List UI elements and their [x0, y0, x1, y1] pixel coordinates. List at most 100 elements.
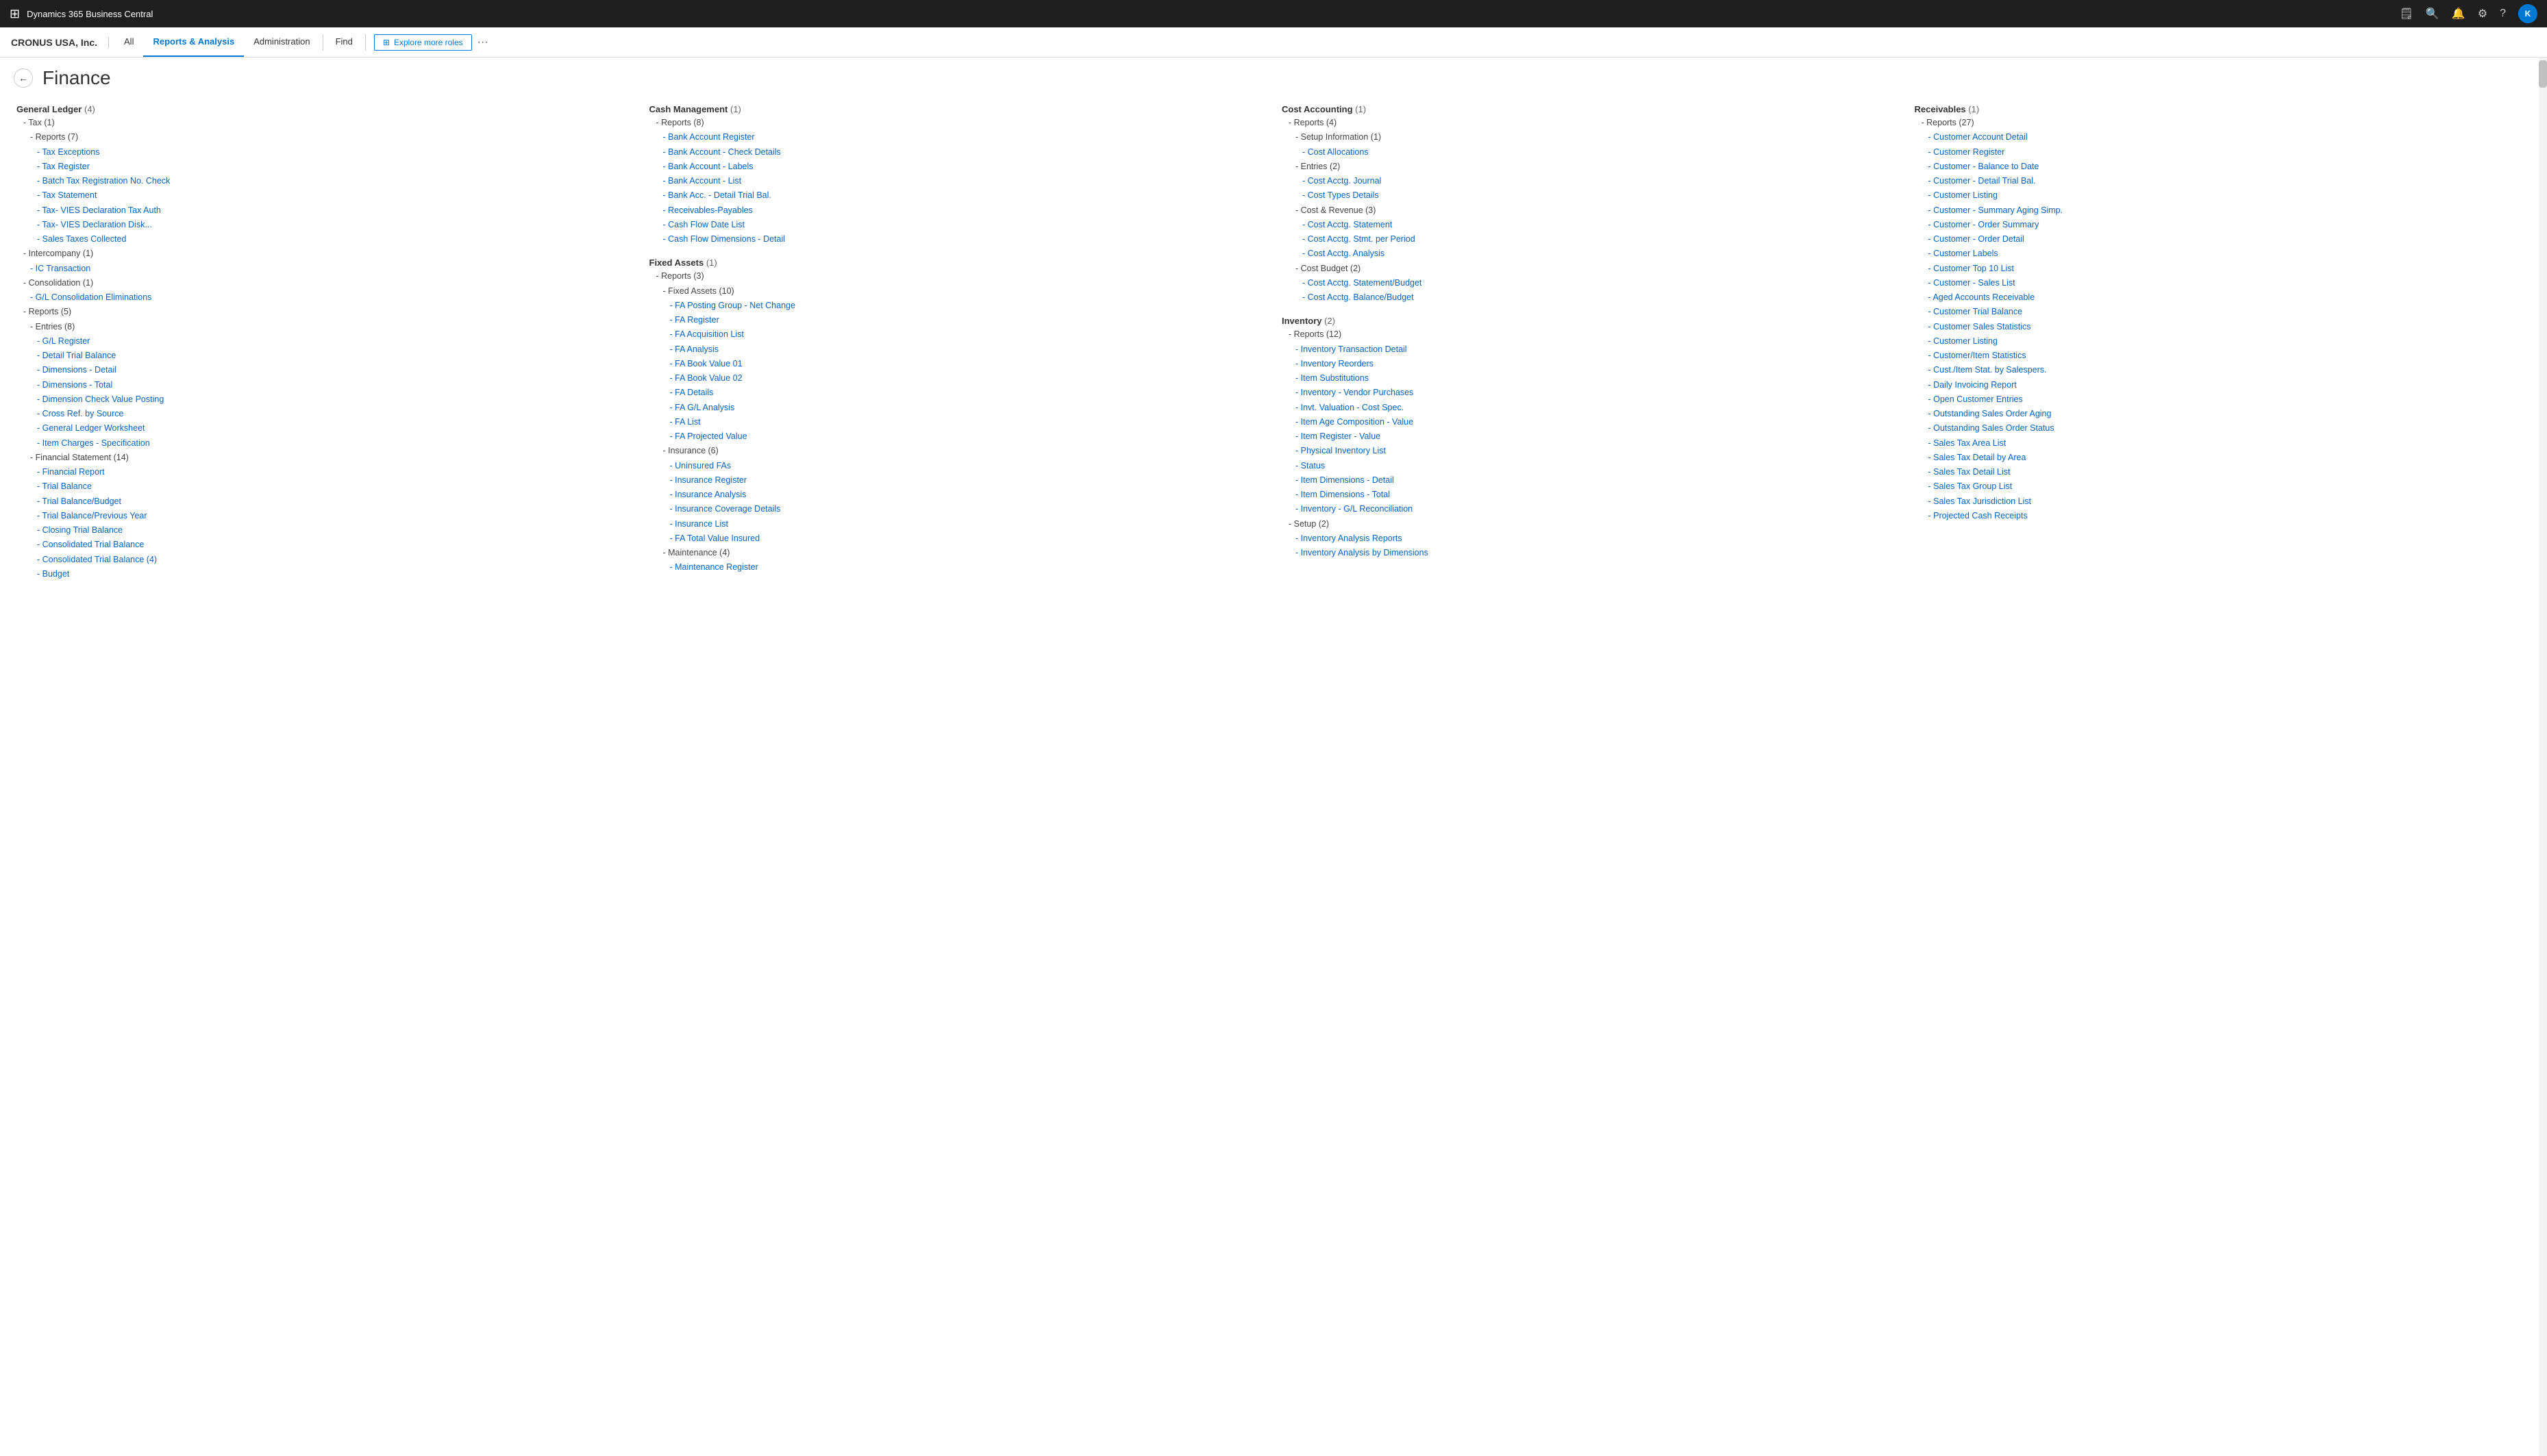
- report-link[interactable]: - FA Details: [670, 386, 1266, 400]
- bell-icon[interactable]: 🔔: [2452, 7, 2465, 21]
- report-link[interactable]: - Cost Acctg. Statement: [1302, 218, 1898, 232]
- report-link[interactable]: - Tax Exceptions: [37, 145, 633, 160]
- report-link[interactable]: - Insurance Coverage Details: [670, 502, 1266, 516]
- gear-icon[interactable]: ⚙: [2478, 7, 2487, 21]
- report-link[interactable]: - Dimensions - Detail: [37, 363, 633, 377]
- report-link[interactable]: - Detail Trial Balance: [37, 349, 633, 363]
- report-link[interactable]: - Closing Trial Balance: [37, 523, 633, 538]
- report-link[interactable]: - Customer - Detail Trial Bal.: [1928, 174, 2531, 188]
- report-link[interactable]: - FA Register: [670, 313, 1266, 327]
- report-link[interactable]: - Outstanding Sales Order Aging: [1928, 407, 2531, 421]
- report-link[interactable]: - FA Book Value 02: [670, 371, 1266, 386]
- search-icon[interactable]: 🔍: [2426, 7, 2439, 21]
- report-link[interactable]: - Insurance List: [670, 517, 1266, 531]
- report-link[interactable]: - Dimensions - Total: [37, 378, 633, 392]
- report-link[interactable]: - Cost Acctg. Stmt. per Period: [1302, 232, 1898, 247]
- report-link[interactable]: - Tax Statement: [37, 188, 633, 203]
- report-link[interactable]: - Bank Account - Check Details: [663, 145, 1266, 160]
- document-icon[interactable]: 🗒: [2400, 7, 2413, 21]
- report-link[interactable]: - Inventory Analysis by Dimensions: [1295, 546, 1898, 560]
- report-link[interactable]: - Bank Account Register: [663, 130, 1266, 145]
- report-link[interactable]: - Cash Flow Date List: [663, 218, 1266, 232]
- report-link[interactable]: - Customer Sales Statistics: [1928, 320, 2531, 334]
- report-link[interactable]: - IC Transaction: [30, 262, 633, 276]
- company-name[interactable]: CRONUS USA, Inc.: [11, 37, 109, 48]
- report-link[interactable]: - FA List: [670, 415, 1266, 429]
- report-link[interactable]: - Budget: [37, 567, 633, 581]
- report-link[interactable]: - Customer - Order Summary: [1928, 218, 2531, 232]
- report-link[interactable]: - Financial Report: [37, 465, 633, 479]
- report-link[interactable]: - Trial Balance/Budget: [37, 494, 633, 509]
- report-link[interactable]: - Customer - Order Detail: [1928, 232, 2531, 247]
- more-options-button[interactable]: ···: [472, 36, 494, 49]
- report-link[interactable]: - Inventory - Vendor Purchases: [1295, 386, 1898, 400]
- report-link[interactable]: - Cost Types Details: [1302, 188, 1898, 203]
- report-link[interactable]: - Cost Allocations: [1302, 145, 1898, 160]
- report-link[interactable]: - FA Posting Group - Net Change: [670, 299, 1266, 313]
- report-link[interactable]: - Open Customer Entries: [1928, 392, 2531, 407]
- tab-reports-analysis[interactable]: Reports & Analysis: [143, 27, 244, 57]
- report-link[interactable]: - Tax- VIES Declaration Tax Auth: [37, 203, 633, 218]
- back-button[interactable]: ←: [14, 68, 33, 88]
- report-link[interactable]: - Trial Balance/Previous Year: [37, 509, 633, 523]
- report-link[interactable]: - Batch Tax Registration No. Check: [37, 174, 633, 188]
- report-link[interactable]: - Customer - Balance to Date: [1928, 160, 2531, 174]
- report-link[interactable]: - Dimension Check Value Posting: [37, 392, 633, 407]
- report-link[interactable]: - Inventory Analysis Reports: [1295, 531, 1898, 546]
- report-link[interactable]: - Daily Invoicing Report: [1928, 378, 2531, 392]
- explore-more-roles-button[interactable]: ⊞ Explore more roles: [374, 34, 472, 51]
- report-link[interactable]: - Cash Flow Dimensions - Detail: [663, 232, 1266, 247]
- report-link[interactable]: - Physical Inventory List: [1295, 444, 1898, 458]
- report-link[interactable]: - Cost Acctg. Journal: [1302, 174, 1898, 188]
- scrollbar[interactable]: [2539, 58, 2547, 1456]
- report-link[interactable]: - Sales Tax Group List: [1928, 479, 2531, 494]
- report-link[interactable]: - Consolidated Trial Balance: [37, 538, 633, 552]
- report-link[interactable]: - FA Analysis: [670, 342, 1266, 357]
- report-link[interactable]: - Customer - Sales List: [1928, 276, 2531, 290]
- tab-find[interactable]: Find: [326, 27, 362, 57]
- report-link[interactable]: - Uninsured FAs: [670, 459, 1266, 473]
- report-link[interactable]: - Customer Listing: [1928, 188, 2531, 203]
- report-link[interactable]: - Aged Accounts Receivable: [1928, 290, 2531, 305]
- report-link[interactable]: - Customer/Item Statistics: [1928, 349, 2531, 363]
- report-link[interactable]: - Customer Listing: [1928, 334, 2531, 349]
- avatar[interactable]: K: [2518, 4, 2537, 23]
- report-link[interactable]: - Cost Acctg. Statement/Budget: [1302, 276, 1898, 290]
- report-link[interactable]: - Sales Tax Detail List: [1928, 465, 2531, 479]
- report-link[interactable]: - Inventory - G/L Reconciliation: [1295, 502, 1898, 516]
- report-link[interactable]: - Bank Account - Labels: [663, 160, 1266, 174]
- tab-administration[interactable]: Administration: [244, 27, 319, 57]
- report-link[interactable]: - Item Dimensions - Total: [1295, 488, 1898, 502]
- report-link[interactable]: - FA Acquisition List: [670, 327, 1266, 342]
- report-link[interactable]: - G/L Register: [37, 334, 633, 349]
- tab-all[interactable]: All: [114, 27, 143, 57]
- report-link[interactable]: - Customer Top 10 List: [1928, 262, 2531, 276]
- report-link[interactable]: - Item Register - Value: [1295, 429, 1898, 444]
- report-link[interactable]: - Customer Trial Balance: [1928, 305, 2531, 319]
- report-link[interactable]: - Insurance Analysis: [670, 488, 1266, 502]
- report-link[interactable]: - Inventory Reorders: [1295, 357, 1898, 371]
- report-link[interactable]: - Customer Labels: [1928, 247, 2531, 261]
- report-link[interactable]: - Tax Register: [37, 160, 633, 174]
- report-link[interactable]: - Cust./Item Stat. by Salespers.: [1928, 363, 2531, 377]
- report-link[interactable]: - Inventory Transaction Detail: [1295, 342, 1898, 357]
- report-link[interactable]: - Sales Taxes Collected: [37, 232, 633, 247]
- report-link[interactable]: - FA Total Value Insured: [670, 531, 1266, 546]
- report-link[interactable]: - Customer Register: [1928, 145, 2531, 160]
- report-link[interactable]: - Sales Tax Jurisdiction List: [1928, 494, 2531, 509]
- report-link[interactable]: - Cross Ref. by Source: [37, 407, 633, 421]
- report-link[interactable]: - Item Dimensions - Detail: [1295, 473, 1898, 488]
- report-link[interactable]: - Status: [1295, 459, 1898, 473]
- report-link[interactable]: - Bank Account - List: [663, 174, 1266, 188]
- report-link[interactable]: - Maintenance Register: [670, 560, 1266, 575]
- report-link[interactable]: - Item Substitutions: [1295, 371, 1898, 386]
- help-icon[interactable]: ?: [2500, 8, 2506, 20]
- report-link[interactable]: - FA Book Value 01: [670, 357, 1266, 371]
- report-link[interactable]: - Cost Acctg. Balance/Budget: [1302, 290, 1898, 305]
- report-link[interactable]: - Cost Acctg. Analysis: [1302, 247, 1898, 261]
- report-link[interactable]: - FA G/L Analysis: [670, 401, 1266, 415]
- report-link[interactable]: - Sales Tax Detail by Area: [1928, 451, 2531, 465]
- report-link[interactable]: - Bank Acc. - Detail Trial Bal.: [663, 188, 1266, 203]
- report-link[interactable]: - Item Charges - Specification: [37, 436, 633, 451]
- report-link[interactable]: - Receivables-Payables: [663, 203, 1266, 218]
